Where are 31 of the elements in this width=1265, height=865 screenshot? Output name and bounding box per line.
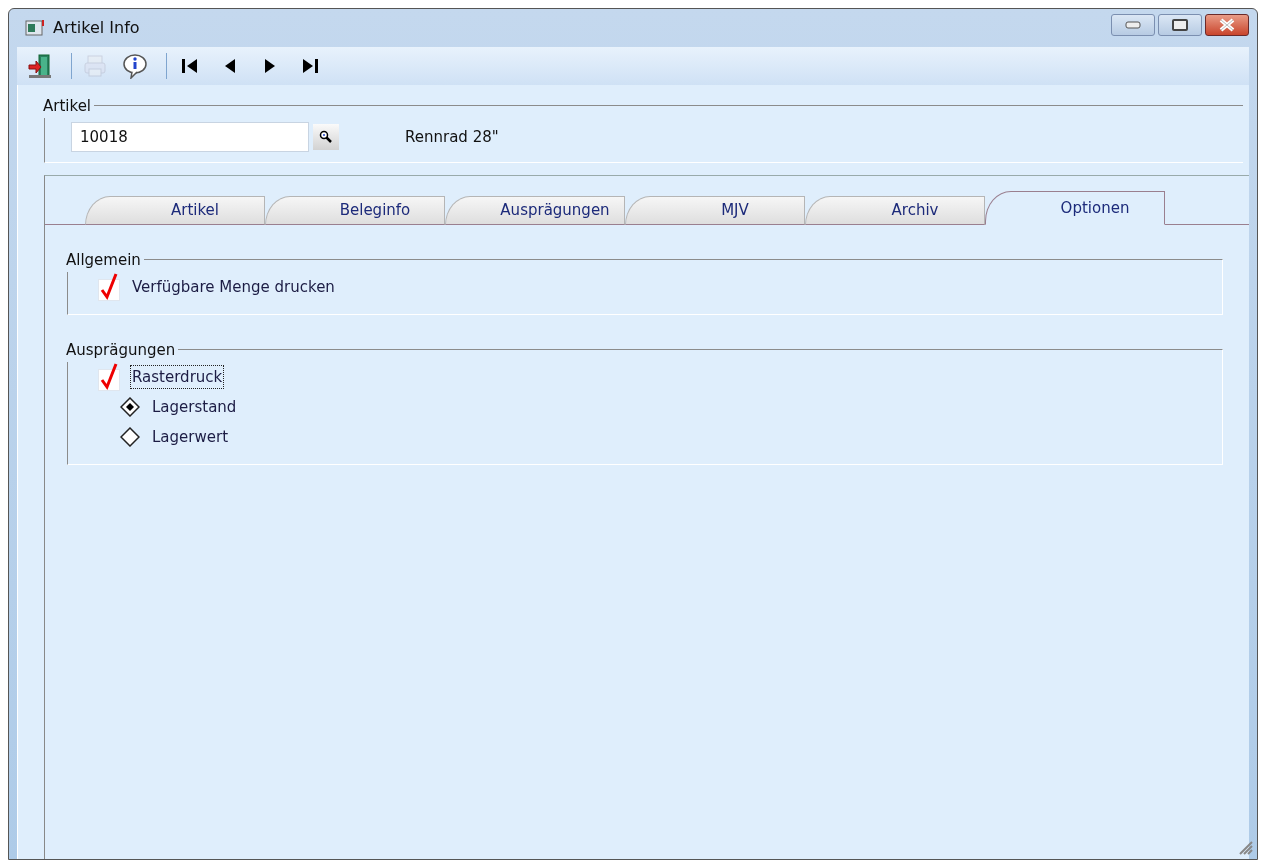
app-icon (25, 19, 45, 37)
checkbox-label[interactable]: Rasterdruck (130, 364, 225, 390)
article-description: Rennrad 28" (405, 126, 499, 148)
printer-icon (82, 53, 108, 79)
minimize-icon (1125, 21, 1141, 29)
radio-button[interactable] (120, 427, 140, 447)
radio-button[interactable] (120, 397, 140, 417)
article-number-field[interactable]: 10018 (71, 122, 309, 152)
lookup-button[interactable] (313, 124, 339, 150)
info-bubble-icon (122, 53, 148, 79)
radio-label[interactable]: Lagerstand (150, 394, 239, 420)
tab[interactable]: Artikel (85, 196, 265, 225)
checkbox[interactable] (98, 272, 120, 302)
radio-label[interactable]: Lagerwert (150, 424, 230, 450)
maximize-button[interactable] (1158, 14, 1202, 36)
close-icon (1218, 18, 1236, 32)
info-bubble-button[interactable] (122, 53, 148, 79)
maximize-icon (1172, 19, 1188, 31)
window-title: Artikel Info (53, 17, 140, 39)
checkbox[interactable] (98, 362, 120, 392)
tab[interactable]: Ausprägungen (445, 196, 625, 225)
exit-door-icon (27, 53, 53, 79)
tab[interactable]: Beleginfo (265, 196, 445, 225)
search-icon (319, 130, 333, 144)
exit-door-button[interactable] (27, 53, 53, 79)
checkbox-label[interactable]: Verfügbare Menge drucken (130, 274, 337, 300)
tab[interactable]: MJV (625, 196, 805, 225)
close-button[interactable] (1205, 14, 1249, 36)
tab[interactable]: Archiv (805, 196, 985, 225)
resize-grip-icon[interactable] (1237, 839, 1253, 855)
tab[interactable]: Optionen (985, 191, 1165, 225)
